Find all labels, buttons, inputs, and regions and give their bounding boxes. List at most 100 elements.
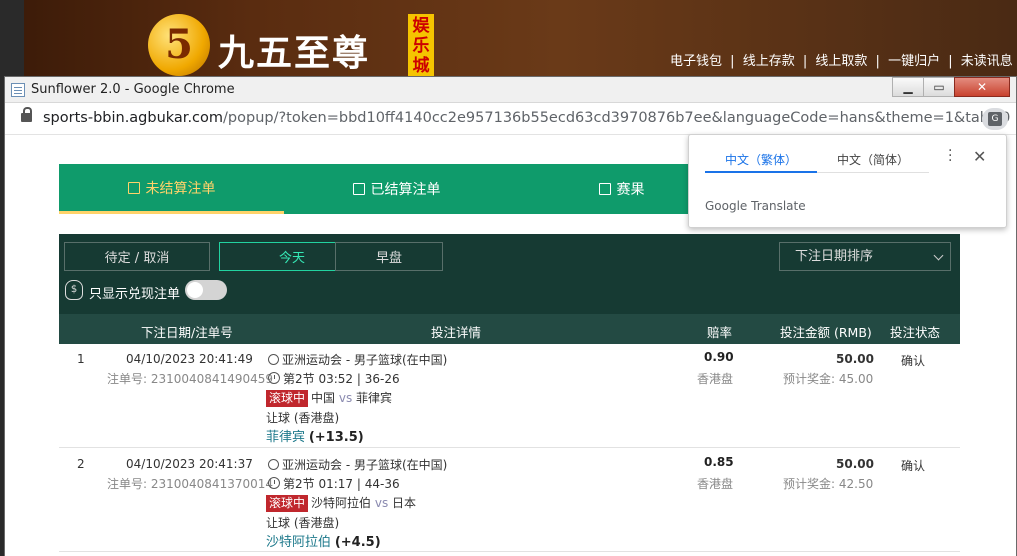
money-bag-icon: $ <box>65 280 83 300</box>
selection-team: 沙特阿拉伯 <box>266 535 332 550</box>
event-name: 亚洲运动会 - 男子篮球(在中国) <box>268 351 447 368</box>
stake-amount: 50.00 <box>836 457 874 471</box>
close-icon: ✕ <box>976 80 988 94</box>
selection-line: (+4.5) <box>334 535 381 550</box>
site-logo-badge: 娱乐城 <box>408 14 434 76</box>
table-row[interactable]: 2 04/10/2023 20:41:37 注单号: 2310040841370… <box>59 448 960 552</box>
match-clock: 第2节 01:17 | 44-36 <box>268 475 400 492</box>
basketball-icon <box>268 459 279 470</box>
address-bar[interactable]: sports-bbin.agbukar.com/popup/?token=bbd… <box>5 103 1016 135</box>
cashout-only-toggle[interactable] <box>185 280 227 300</box>
nav-separator: | <box>730 54 735 69</box>
tab-label: 赛果 <box>616 182 645 198</box>
close-icon[interactable]: ✕ <box>973 147 986 166</box>
market-type: 让球 (香港盘) <box>266 411 340 425</box>
scoreboard-icon <box>598 183 611 195</box>
more-options-icon[interactable]: · · · <box>948 144 952 168</box>
live-badge: 滚球中 <box>266 390 309 407</box>
ticket-number: 注单号: 2310040841370014 <box>107 477 274 491</box>
period-text: 第2节 01:17 <box>283 477 354 491</box>
sort-select-value: 下注日期排序 <box>795 249 874 264</box>
minimize-icon: ▁ <box>903 80 913 94</box>
site-top-nav: 电子钱包 | 线上存款 | 线上取款 | 一键归户 | 未读讯息 (1) <box>668 50 1017 69</box>
basketball-icon <box>268 354 279 365</box>
away-team: 菲律宾 <box>356 391 393 405</box>
nav-separator: | <box>875 54 880 69</box>
ticket-icon <box>127 181 140 194</box>
live-badge: 滚球中 <box>266 495 309 512</box>
bet-datetime: 04/10/2023 20:41:37 <box>126 457 253 471</box>
settled-icon <box>352 183 365 195</box>
translate-icon: G <box>988 112 1002 126</box>
tab-label: 已结算注单 <box>370 182 441 198</box>
clock-icon <box>268 477 280 489</box>
col-status: 投注状态 <box>890 325 941 340</box>
col-odds: 赔率 <box>707 325 733 340</box>
clock-icon <box>268 372 280 384</box>
translate-active-indicator <box>705 171 817 173</box>
lock-icon[interactable] <box>21 107 32 122</box>
tab-settled-bets[interactable]: 已结算注单 <box>284 164 509 214</box>
match-clock: 第2节 03:52 | 36-26 <box>268 370 400 387</box>
minimize-button[interactable]: ▁ <box>892 77 924 97</box>
event-text: 亚洲运动会 - 男子篮球(在中国) <box>282 458 448 472</box>
nav-link-withdraw[interactable]: 线上取款 <box>815 54 867 69</box>
away-team: 日本 <box>392 496 417 510</box>
event-text: 亚洲运动会 - 男子篮球(在中国) <box>282 353 448 367</box>
selection-line: (+13.5) <box>308 430 364 445</box>
nav-link-wallet[interactable]: 电子钱包 <box>670 54 722 69</box>
window-controls: ▁ ▭ ✕ <box>892 77 1010 97</box>
col-bet-details: 投注详情 <box>431 325 482 340</box>
site-logo-text: 九五至尊 <box>218 32 371 74</box>
filter-bar: 待定 / 取消 今天 早盘 下注日期排序 $ 只显示兑现注单 <box>59 234 960 314</box>
bet-status: 确认 <box>901 354 926 368</box>
window-titlebar[interactable]: Sunflower 2.0 - Google Chrome ▁ ▭ ✕ <box>5 77 1016 103</box>
home-team: 中国 <box>311 391 336 405</box>
filter-pending-cancelled-button[interactable]: 待定 / 取消 <box>64 242 210 271</box>
url-field[interactable]: sports-bbin.agbukar.com/popup/?token=bbd… <box>43 110 1010 126</box>
translate-popup: 中文（繁体） 中文（简体） · · · ✕ Google Translate <box>688 134 1007 228</box>
filter-early-button[interactable]: 早盘 <box>335 242 443 271</box>
nav-link-deposit[interactable]: 线上存款 <box>743 54 795 69</box>
market-type: 让球 (香港盘) <box>266 516 340 530</box>
close-button[interactable]: ✕ <box>954 77 1010 97</box>
translate-button[interactable]: G <box>982 108 1008 130</box>
vs-label: vs <box>374 496 389 510</box>
maximize-button[interactable]: ▭ <box>923 77 955 97</box>
bet-datetime: 04/10/2023 20:41:49 <box>126 352 253 366</box>
window-title: Sunflower 2.0 - Google Chrome <box>31 82 235 97</box>
row-index: 2 <box>77 457 85 471</box>
translate-lang-traditional[interactable]: 中文（繁体） <box>725 151 797 168</box>
odds-type: 香港盘 <box>697 477 734 491</box>
match-teams: 滚球中 中国 vs 菲律宾 <box>266 389 392 407</box>
ticket-number: 注单号: 2310040841490459 <box>107 372 274 386</box>
match-teams: 滚球中 沙特阿拉伯 vs 日本 <box>266 494 416 512</box>
sort-select[interactable]: 下注日期排序 <box>779 242 951 271</box>
selection: 沙特阿拉伯 (+4.5) <box>266 531 381 550</box>
selection-team: 菲律宾 <box>266 430 306 445</box>
col-stake: 投注金额 (RMB) <box>780 325 872 340</box>
maximize-icon: ▭ <box>933 80 945 94</box>
odds-type: 香港盘 <box>697 372 734 386</box>
stake-amount: 50.00 <box>836 352 874 366</box>
col-date-ticket: 下注日期/注单号 <box>141 325 233 340</box>
odds-value: 0.85 <box>704 455 734 469</box>
tab-unsettled-bets[interactable]: 未结算注单 <box>59 164 284 214</box>
event-name: 亚洲运动会 - 男子篮球(在中国) <box>268 456 447 473</box>
cashout-only-label: 只显示兑现注单 <box>89 287 181 302</box>
site-logo-mark: 5 <box>148 14 210 76</box>
url-host: sports-bbin.agbukar.com <box>43 110 224 126</box>
table-row[interactable]: 1 04/10/2023 20:41:49 注单号: 2310040841490… <box>59 344 960 448</box>
table-header: 下注日期/注单号 投注详情 赔率 投注金额 (RMB) 投注状态 <box>59 314 960 344</box>
bet-status: 确认 <box>901 459 926 473</box>
odds-value: 0.90 <box>704 350 734 364</box>
nav-link-messages[interactable]: 未读讯息 (1) <box>961 54 1017 69</box>
nav-separator: | <box>802 54 808 69</box>
vs-label: vs <box>338 391 353 405</box>
nav-link-consolidate[interactable]: 一键归户 <box>888 54 940 69</box>
score-text: 44-36 <box>364 477 400 491</box>
period-text: 第2节 03:52 <box>283 372 354 386</box>
selection: 菲律宾 (+13.5) <box>266 426 364 445</box>
tab-label: 未结算注单 <box>145 180 216 197</box>
translate-lang-simplified[interactable]: 中文（简体） <box>837 151 909 168</box>
